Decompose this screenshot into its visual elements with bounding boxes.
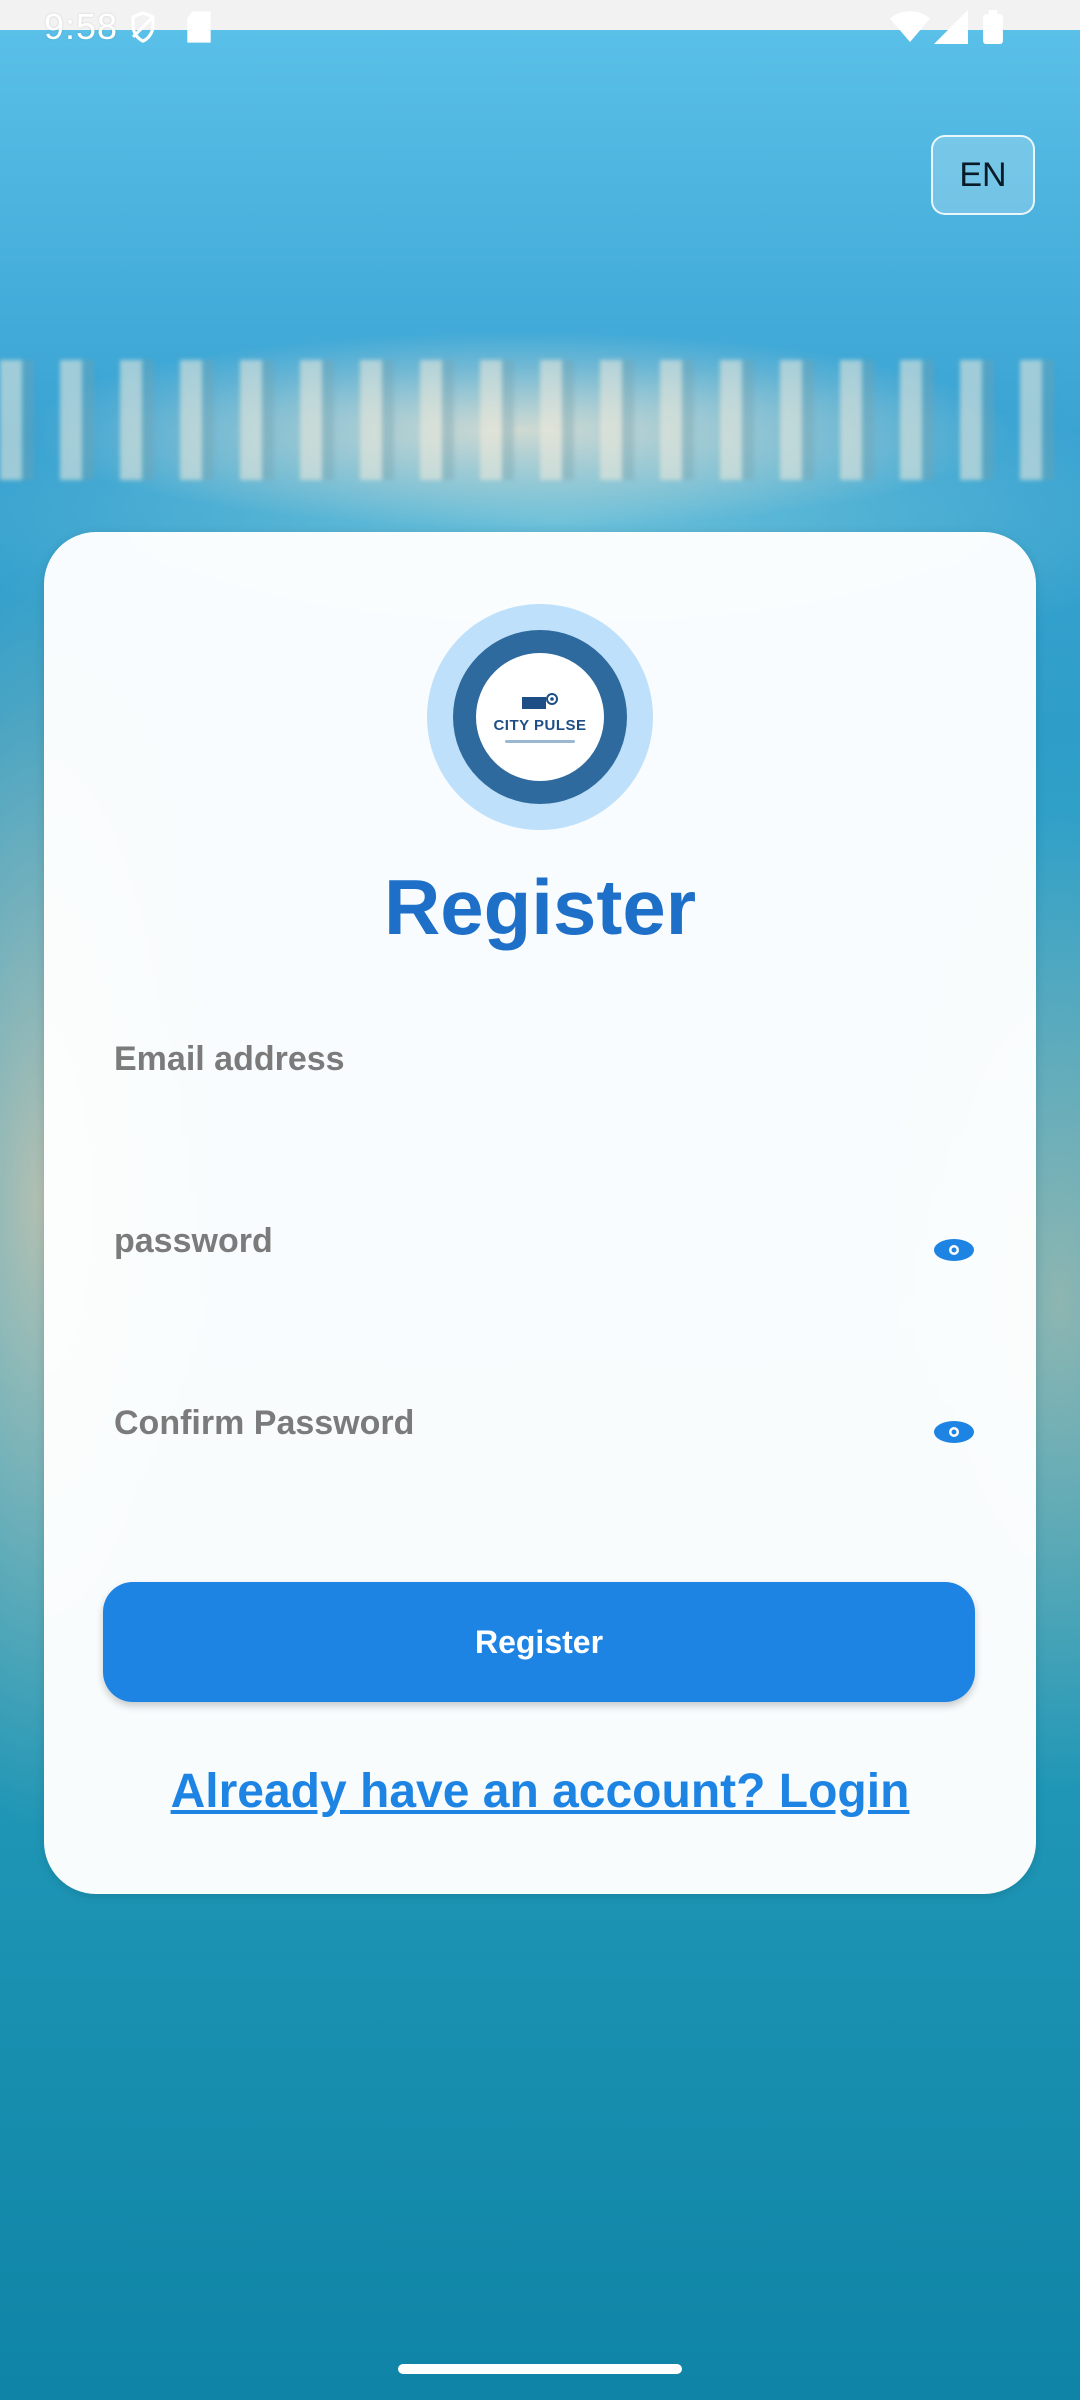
logo-tagline [505, 740, 575, 743]
language-button[interactable]: EN [931, 135, 1035, 215]
email-placeholder: Email address [114, 1040, 345, 1078]
eye-icon[interactable] [932, 1234, 976, 1266]
status-time: 9:58 [44, 6, 119, 47]
app-logo: CITY PULSE [427, 604, 653, 830]
login-link[interactable]: Already have an account? Login [44, 1764, 1036, 1819]
page-title: Register [383, 863, 697, 951]
truck-icon [522, 693, 558, 709]
password-field[interactable]: password [114, 1222, 976, 1342]
eye-icon[interactable] [932, 1416, 976, 1448]
confirm-password-field[interactable]: Confirm Password [114, 1404, 976, 1524]
location-shield-icon [131, 11, 155, 43]
home-indicator[interactable] [398, 2364, 682, 2374]
signal-icon [934, 10, 968, 44]
password-placeholder: password [114, 1222, 273, 1260]
status-bar: 9:58 [0, 0, 1080, 47]
battery-icon [983, 10, 1003, 44]
register-button[interactable]: Register [103, 1582, 975, 1702]
email-field[interactable]: Email address [114, 1040, 976, 1160]
register-card: CITY PULSE Register Email address passwo… [44, 532, 1036, 1894]
wifi-icon [890, 11, 930, 42]
confirm-password-placeholder: Confirm Password [114, 1404, 415, 1442]
logo-text: CITY PULSE [493, 717, 587, 734]
sd-card-icon [187, 11, 211, 43]
